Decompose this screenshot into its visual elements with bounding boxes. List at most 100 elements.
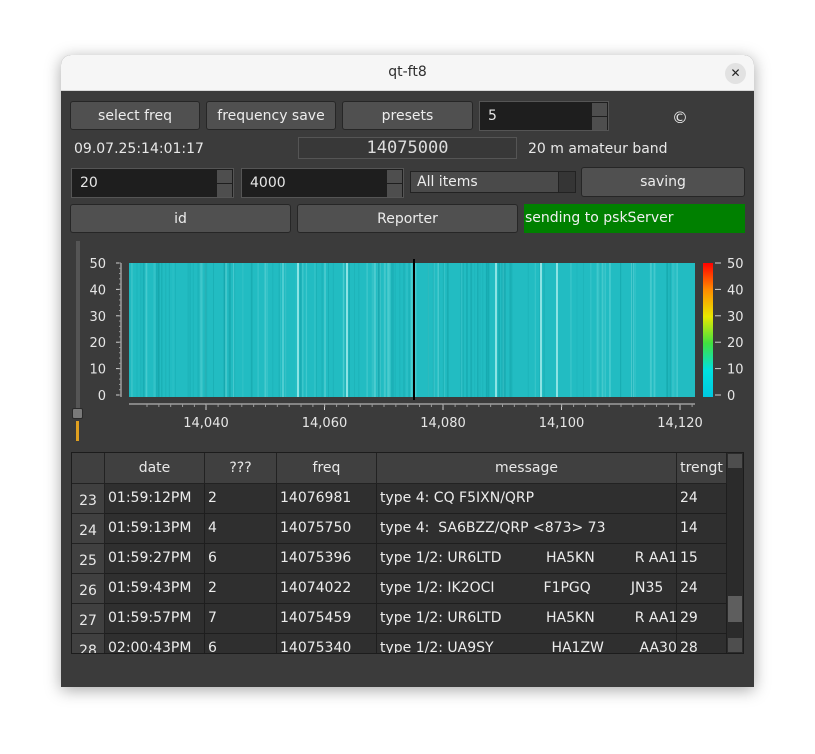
signal-trace: [556, 263, 558, 397]
table-cell-q[interactable]: 2: [205, 574, 277, 604]
table-cell-q[interactable]: 7: [205, 604, 277, 634]
waterfall-streak: [387, 263, 390, 397]
table-cell-freq[interactable]: 14076981: [277, 484, 377, 514]
row-header[interactable]: 23: [72, 484, 105, 514]
y-tick-label: 40: [89, 283, 106, 298]
table-cell-strength[interactable]: 24: [677, 484, 727, 514]
table-cell-message[interactable]: type 1/2: UR6LTD HA5KN R AA12: [377, 604, 677, 634]
y-axis: 50 40 30 20 10 0: [89, 257, 122, 404]
row-header[interactable]: 28: [72, 634, 105, 653]
waterfall-streak: [503, 263, 506, 397]
table-cell-freq[interactable]: 14075396: [277, 544, 377, 574]
table-cell-freq[interactable]: 14075340: [277, 634, 377, 653]
scroll-down-icon[interactable]: [728, 638, 742, 652]
waterfall-streak: [321, 263, 324, 397]
decode-table[interactable]: date??? freq message trengt 23 01:59:12PM 2 14…: [71, 452, 744, 654]
waterfall-streak: [358, 263, 360, 397]
table-cell-strength[interactable]: 29: [677, 604, 727, 634]
table-cell-q[interactable]: 2: [205, 484, 277, 514]
waterfall-streak: [187, 263, 190, 397]
scroll-up-icon[interactable]: [728, 454, 742, 468]
waterfall-streak: [285, 263, 287, 397]
waterfall-streak: [443, 263, 445, 397]
table-scrollbar[interactable]: [727, 453, 743, 653]
waterfall-streak: [635, 263, 636, 397]
waterfall-streak: [631, 263, 633, 397]
row-header[interactable]: 25: [72, 544, 105, 574]
waterfall-streak: [487, 263, 490, 397]
table-cell-message[interactable]: type 4: SA6BZZ/QRP <873> 73: [377, 514, 677, 544]
table-cell-message[interactable]: type 1/2: UR6LTD HA5KN R AA13: [377, 544, 677, 574]
waterfall-streak: [403, 263, 405, 397]
table-cell-date[interactable]: 01:59:27PM: [105, 544, 205, 574]
waterfall-streak: [470, 263, 473, 397]
row-header[interactable]: 24: [72, 514, 105, 544]
waterfall-streak: [192, 263, 194, 397]
table-cell-freq[interactable]: 14075750: [277, 514, 377, 544]
table-cell-freq[interactable]: 14075459: [277, 604, 377, 634]
waterfall-streak: [379, 263, 381, 397]
waterfall-streak: [131, 263, 133, 397]
table-cell-message[interactable]: type 1/2: IK2OCI F1PGQ JN35: [377, 574, 677, 604]
x-tick-label: 14,100: [539, 416, 585, 431]
waterfall-streak: [139, 263, 142, 397]
table-cell-strength[interactable]: 14: [677, 514, 727, 544]
row-header[interactable]: 26: [72, 574, 105, 604]
waterfall-streak: [414, 263, 417, 397]
waterfall-streak: [460, 263, 463, 397]
waterfall-streak: [427, 263, 429, 397]
column-header[interactable]: date: [105, 453, 205, 484]
waterfall-streak: [601, 263, 604, 397]
signal-trace: [495, 263, 497, 397]
waterfall-streak: [669, 263, 671, 397]
waterfall-streak: [649, 263, 652, 397]
table-cell-q[interactable]: 6: [205, 544, 277, 574]
table-cell-date[interactable]: 01:59:13PM: [105, 514, 205, 544]
waterfall-streak: [301, 263, 304, 397]
waterfall-streak: [534, 263, 536, 397]
table-cell-message[interactable]: type 4: CQ F5IXN/QRP: [377, 484, 677, 514]
waterfall-streak: [242, 263, 244, 397]
table-cell-strength[interactable]: 24: [677, 574, 727, 604]
waterfall-streak: [499, 263, 500, 397]
waterfall-streak: [305, 263, 308, 397]
table-cell-date[interactable]: 01:59:43PM: [105, 574, 205, 604]
waterfall-streak: [394, 263, 396, 397]
table-cell-strength[interactable]: 15: [677, 544, 727, 574]
waterfall-streak: [201, 263, 203, 397]
waterfall-streak: [596, 263, 598, 397]
waterfall-streak: [145, 263, 148, 397]
waterfall-streak: [462, 263, 464, 397]
table-cell-q[interactable]: 6: [205, 634, 277, 653]
waterfall-streak: [373, 263, 376, 397]
table-cell-message[interactable]: type 1/2: UA9SY HA1ZW AA30: [377, 634, 677, 653]
row-header[interactable]: 27: [72, 604, 105, 634]
column-header[interactable]: trengt: [677, 453, 727, 484]
table-cell-q[interactable]: 4: [205, 514, 277, 544]
table-cell-date[interactable]: 01:59:12PM: [105, 484, 205, 514]
waterfall-streak: [299, 263, 302, 397]
column-header[interactable]: message: [377, 453, 677, 484]
y-tick-label: 10: [89, 363, 106, 378]
colorbar-axis: 50 40 30 20 10 0: [715, 257, 744, 404]
waterfall-streak: [666, 263, 668, 397]
waterfall-streak: [366, 263, 368, 397]
colorbar: [703, 263, 713, 397]
scroll-thumb[interactable]: [728, 596, 742, 622]
column-header[interactable]: freq: [277, 453, 377, 484]
table-cell-freq[interactable]: 14074022: [277, 574, 377, 604]
table-cell-date[interactable]: 01:59:57PM: [105, 604, 205, 634]
waterfall-streak: [432, 263, 434, 397]
waterfall-streak: [266, 263, 268, 397]
column-header[interactable]: ???: [205, 453, 277, 484]
table-cell-strength[interactable]: 28: [677, 634, 727, 653]
waterfall-streak: [213, 263, 214, 397]
table-cell-date[interactable]: 02:00:43PM: [105, 634, 205, 653]
waterfall-plot[interactable]: 50 40 30 20 10 0 14,040 14,060 14,080 14,100 14,1…: [61, 55, 754, 445]
waterfall-streak: [477, 263, 479, 397]
waterfall-streak: [197, 263, 200, 397]
waterfall-streak: [466, 263, 468, 397]
colorbar-tick-label: 0: [727, 389, 735, 404]
waterfall-streak: [332, 263, 334, 397]
colorbar-tick-label: 50: [727, 257, 744, 272]
